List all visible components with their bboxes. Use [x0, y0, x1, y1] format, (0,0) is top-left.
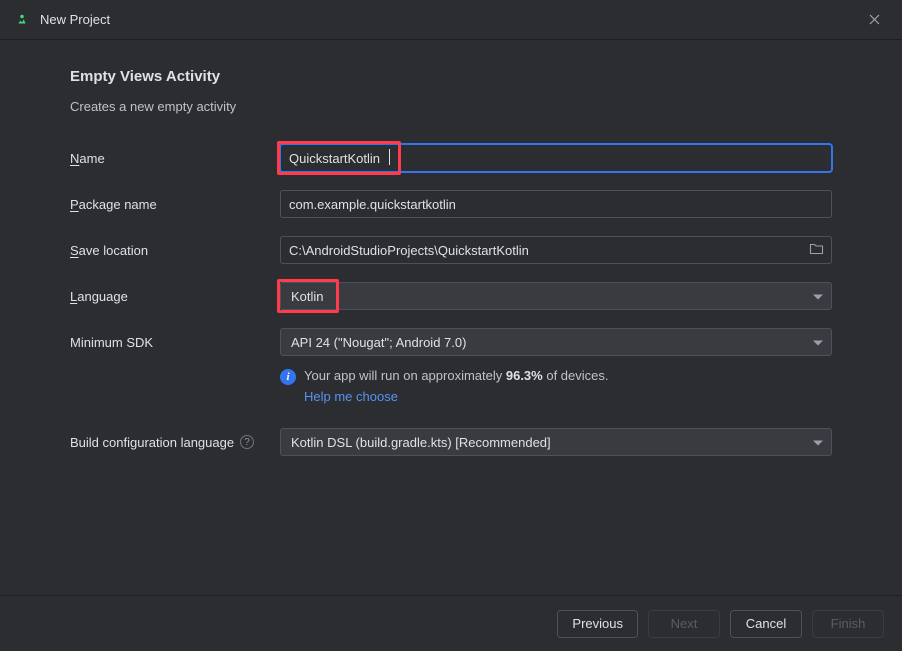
row-name: Name [70, 144, 832, 172]
name-input[interactable] [280, 144, 832, 172]
chevron-down-icon [813, 289, 823, 304]
label-package: Package name [70, 197, 280, 212]
chevron-down-icon [813, 335, 823, 350]
cancel-button[interactable]: Cancel [730, 610, 802, 638]
min-sdk-select[interactable]: API 24 ("Nougat"; Android 7.0) [280, 328, 832, 356]
build-config-value: Kotlin DSL (build.gradle.kts) [Recommend… [291, 435, 551, 450]
name-field-wrap [280, 144, 832, 172]
previous-button[interactable]: Previous [557, 610, 638, 638]
label-min-sdk: Minimum SDK [70, 335, 280, 350]
android-studio-icon [14, 12, 30, 28]
close-button[interactable] [860, 6, 888, 34]
finish-button: Finish [812, 610, 884, 638]
language-value: Kotlin [291, 289, 324, 304]
row-min-sdk: Minimum SDK API 24 ("Nougat"; Android 7.… [70, 328, 832, 356]
row-save-location: Save location [70, 236, 832, 264]
dialog-footer: Previous Next Cancel Finish [0, 595, 902, 651]
min-sdk-value: API 24 ("Nougat"; Android 7.0) [291, 335, 466, 350]
row-build-config: Build configuration language ? Kotlin DS… [70, 428, 832, 456]
device-coverage-info: i Your app will run on approximately 96.… [280, 368, 832, 385]
language-select[interactable]: Kotlin [280, 282, 832, 310]
save-location-input[interactable] [280, 236, 832, 264]
label-language: Language [70, 289, 280, 304]
label-build-config: Build configuration language ? [70, 435, 280, 450]
template-title: Empty Views Activity [70, 68, 832, 85]
package-input[interactable] [280, 190, 832, 218]
titlebar: New Project [0, 0, 902, 40]
help-icon[interactable]: ? [240, 435, 254, 449]
browse-folder-button[interactable] [809, 242, 824, 258]
content-area: Empty Views Activity Creates a new empty… [0, 40, 902, 595]
new-project-dialog: New Project Empty Views Activity Creates… [0, 0, 902, 651]
label-save-location: Save location [70, 243, 280, 258]
row-language: Language Kotlin [70, 282, 832, 310]
help-me-choose-link[interactable]: Help me choose [304, 389, 398, 404]
label-name: Name [70, 151, 280, 166]
row-package: Package name [70, 190, 832, 218]
template-description: Creates a new empty activity [70, 99, 832, 114]
close-icon [868, 13, 881, 26]
device-coverage-text: Your app will run on approximately 96.3%… [304, 368, 609, 383]
chevron-down-icon [813, 435, 823, 450]
text-caret [389, 149, 390, 165]
info-icon: i [280, 369, 296, 385]
folder-icon [809, 242, 824, 255]
build-config-select[interactable]: Kotlin DSL (build.gradle.kts) [Recommend… [280, 428, 832, 456]
window-title: New Project [40, 12, 860, 27]
next-button: Next [648, 610, 720, 638]
